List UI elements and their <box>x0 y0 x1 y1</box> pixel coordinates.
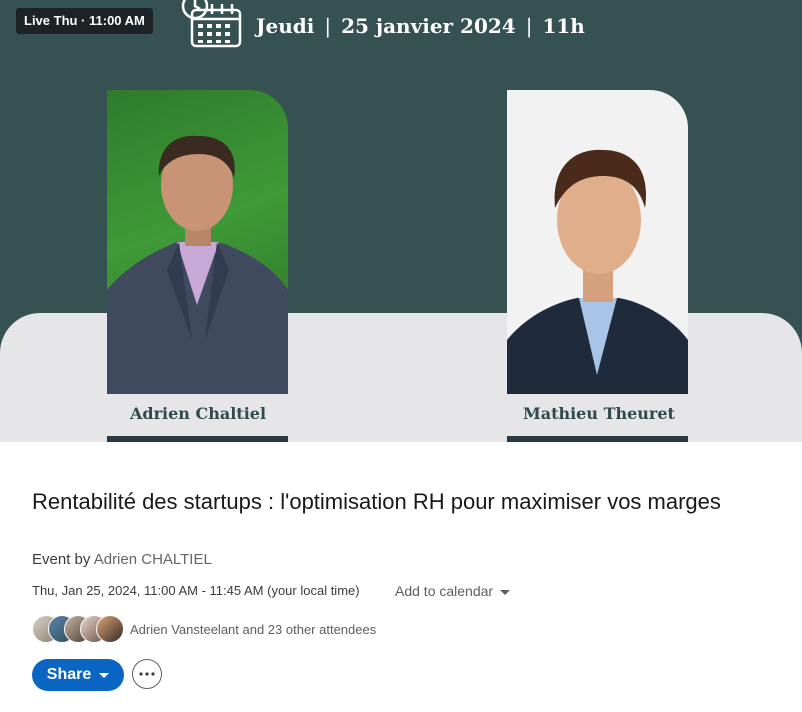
attendees-row[interactable]: Adrien Vansteelant and 23 other attendee… <box>32 615 376 643</box>
banner-day: Jeudi <box>256 14 315 38</box>
photo-strip-left <box>107 436 288 442</box>
speaker-photo-right <box>507 90 688 394</box>
ellipsis-icon <box>139 672 155 676</box>
attendees-text: Adrien Vansteelant and 23 other attendee… <box>130 621 377 637</box>
add-to-calendar-button[interactable]: Add to calendar <box>395 583 511 599</box>
organizer-prefix: Event by <box>32 551 91 568</box>
share-button[interactable]: Share <box>32 659 124 691</box>
event-title: Rentabilité des startups : l'optimisatio… <box>32 489 721 514</box>
photo-strip-right <box>507 436 688 442</box>
speaker-name-right: Mathieu Theuret <box>523 404 675 423</box>
caret-down-icon <box>99 672 110 678</box>
event-datetime: Thu, Jan 25, 2024, 11:00 AM - 11:45 AM (… <box>32 583 360 598</box>
event-banner: Live Thu · 11:00 AM Jeudi | 25 janvier 202… <box>0 0 802 442</box>
calendar-clock-icon <box>181 0 242 48</box>
speaker-silhouette-left <box>107 135 288 394</box>
banner-separator: | <box>324 14 332 38</box>
live-badge: Live Thu · 11:00 AM <box>16 8 153 34</box>
organizer-name-link[interactable]: Adrien CHALTIEL <box>94 551 212 568</box>
caret-down-icon <box>500 589 511 595</box>
share-label: Share <box>46 666 92 683</box>
attendee-avatars <box>32 615 124 643</box>
event-organizer: Event by Adrien CHALTIEL <box>32 551 212 568</box>
speaker-silhouette-right <box>507 149 688 394</box>
banner-date: Jeudi | 25 janvier 2024 | 11h <box>256 14 585 38</box>
add-to-calendar-label: Add to calendar <box>395 583 494 599</box>
speaker-name-left: Adrien Chaltiel <box>130 404 267 423</box>
banner-hour: 11h <box>542 14 585 38</box>
more-options-button[interactable] <box>132 659 162 689</box>
avatar <box>96 615 124 643</box>
speaker-photo-left <box>107 90 288 394</box>
banner-separator: | <box>525 14 533 38</box>
banner-date-text: 25 janvier 2024 <box>341 14 516 38</box>
